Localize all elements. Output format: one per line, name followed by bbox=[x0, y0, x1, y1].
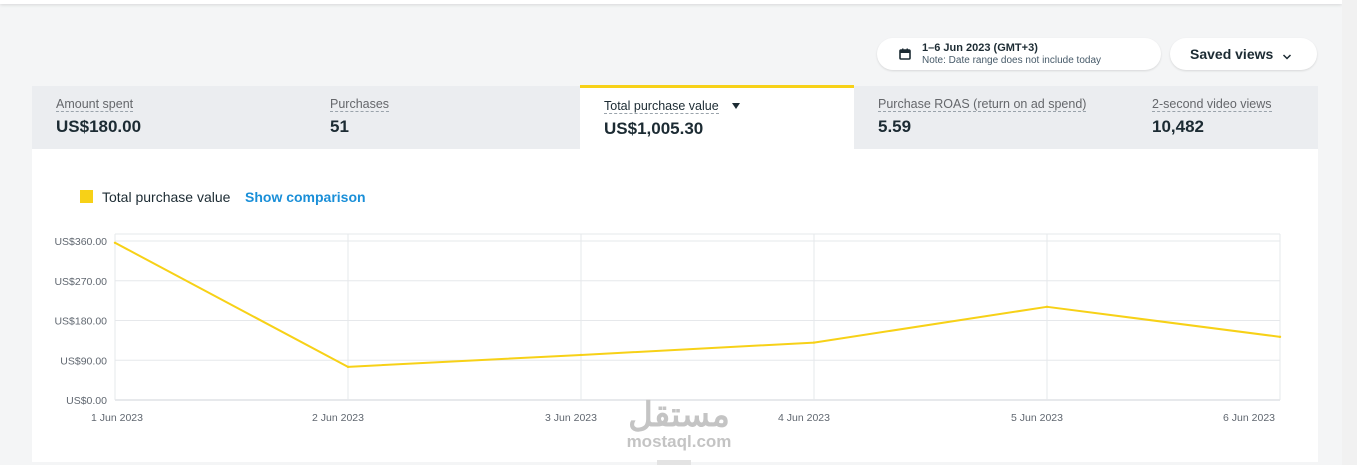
x-tick-label: 1 Jun 2023 bbox=[91, 412, 143, 424]
y-tick-label: US$90.00 bbox=[60, 355, 107, 367]
y-tick-label: US$0.00 bbox=[66, 395, 107, 407]
x-tick-label: 6 Jun 2023 bbox=[1223, 412, 1275, 424]
data-point[interactable] bbox=[579, 353, 583, 357]
data-point[interactable] bbox=[1278, 335, 1282, 339]
y-tick-label: US$360.00 bbox=[54, 236, 107, 248]
x-tick-label: 2 Jun 2023 bbox=[312, 412, 364, 424]
data-point[interactable] bbox=[113, 241, 117, 244]
x-tick-label: 4 Jun 2023 bbox=[778, 412, 830, 424]
data-point[interactable] bbox=[812, 341, 816, 344]
x-tick-label: 5 Jun 2023 bbox=[1011, 412, 1063, 424]
watermark-latin: mostaql.com bbox=[626, 432, 732, 451]
data-point[interactable] bbox=[346, 365, 350, 369]
watermark-arabic: مستقل bbox=[628, 396, 730, 434]
y-tick-label: US$270.00 bbox=[54, 276, 107, 288]
data-point[interactable] bbox=[1045, 305, 1049, 309]
watermark-tab bbox=[657, 460, 691, 465]
series-line bbox=[114, 241, 1281, 368]
x-tick-label: 3 Jun 2023 bbox=[545, 412, 597, 424]
y-tick-label: US$180.00 bbox=[54, 316, 107, 328]
watermark: مستقل mostaql.com bbox=[618, 398, 740, 452]
